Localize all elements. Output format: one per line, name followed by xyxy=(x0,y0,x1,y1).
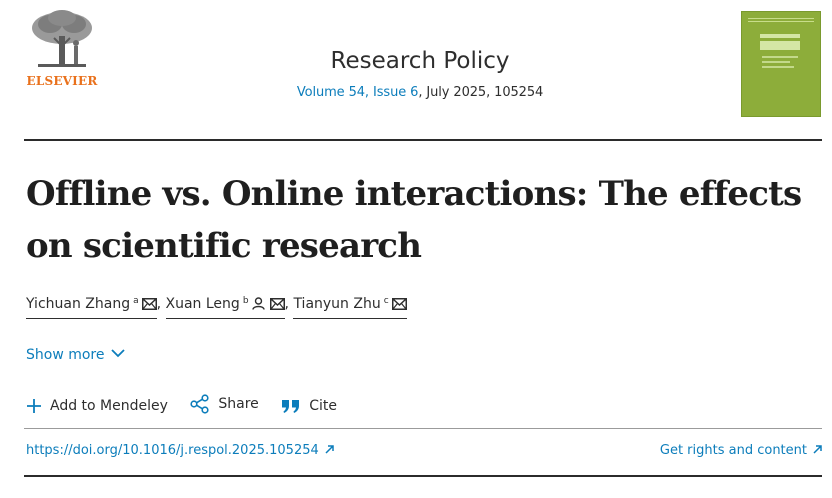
author-name: Yichuan Zhang xyxy=(26,296,131,312)
add-to-mendeley-label: Add to Mendeley xyxy=(50,398,168,414)
add-to-mendeley-button[interactable]: Add to Mendeley xyxy=(26,398,168,414)
volume-issue-link[interactable]: Volume 54, Issue 6 xyxy=(297,85,419,100)
elsevier-logo[interactable]: ELSEVIER xyxy=(24,8,100,92)
person-icon xyxy=(251,297,265,314)
cite-label: Cite xyxy=(309,398,338,414)
bottom-divider xyxy=(24,475,822,477)
author-link[interactable]: Yichuan Zhang a xyxy=(26,296,157,319)
quote-icon xyxy=(282,400,300,413)
author-name: Tianyun Zhu xyxy=(293,296,381,312)
chevron-down-icon xyxy=(110,346,125,362)
journal-cover-thumbnail[interactable] xyxy=(741,11,821,117)
doi-link[interactable]: https://doi.org/10.1016/j.respol.2025.10… xyxy=(26,443,334,458)
author-list: Yichuan Zhang a, Xuan Leng b, Tianyun Zhu c xyxy=(26,296,407,319)
cite-button[interactable]: Cite xyxy=(281,398,337,414)
header-divider xyxy=(24,139,822,141)
show-more-button[interactable]: Show more xyxy=(26,346,125,363)
author-link[interactable]: Xuan Leng b xyxy=(165,296,285,319)
cover-decoration xyxy=(748,18,814,22)
external-link-arrow-icon xyxy=(325,443,334,458)
affiliation-sup: a xyxy=(133,296,139,306)
share-label: Share xyxy=(218,396,259,412)
elsevier-tree-icon xyxy=(32,10,92,67)
share-button[interactable]: Share xyxy=(190,394,259,414)
external-link-arrow-icon xyxy=(813,443,822,458)
cover-text-line xyxy=(762,56,798,58)
get-rights-label: Get rights and content xyxy=(659,443,807,458)
doi-url: https://doi.org/10.1016/j.respol.2025.10… xyxy=(26,443,319,458)
envelope-icon xyxy=(391,298,407,314)
author-separator: , xyxy=(156,296,162,312)
issue-date-number: , July 2025, 105254 xyxy=(418,85,544,100)
share-icon xyxy=(190,394,209,414)
author-separator: , xyxy=(284,296,289,312)
actions-divider xyxy=(24,428,822,429)
envelope-icon xyxy=(141,298,157,314)
show-more-label: Show more xyxy=(26,347,105,363)
cover-text-line xyxy=(762,66,794,68)
cover-title-block xyxy=(760,34,800,50)
get-rights-link[interactable]: Get rights and content xyxy=(660,443,822,458)
author-name: Xuan Leng xyxy=(165,296,240,312)
cover-text-line xyxy=(762,61,790,63)
issue-info: Volume 54, Issue 6, July 2025, 105254 xyxy=(250,85,590,100)
cover-title-stripe xyxy=(760,38,800,41)
author-link[interactable]: Tianyun Zhu c xyxy=(293,296,407,319)
affiliation-sup: b xyxy=(242,296,249,306)
article-title-line-1: Offline vs. Online interactions: The eff… xyxy=(26,174,802,214)
article-actions: Add to Mendeley Share Cite xyxy=(26,394,355,416)
affiliation-sup: c xyxy=(383,296,389,306)
publisher-wordmark: ELSEVIER xyxy=(26,74,98,88)
journal-title[interactable]: Research Policy xyxy=(250,48,590,74)
plus-icon xyxy=(27,399,41,413)
article-title-line-2: on scientific research xyxy=(26,226,422,266)
envelope-icon xyxy=(269,298,285,314)
article-title: Offline vs. Online interactions: The eff… xyxy=(26,168,806,272)
